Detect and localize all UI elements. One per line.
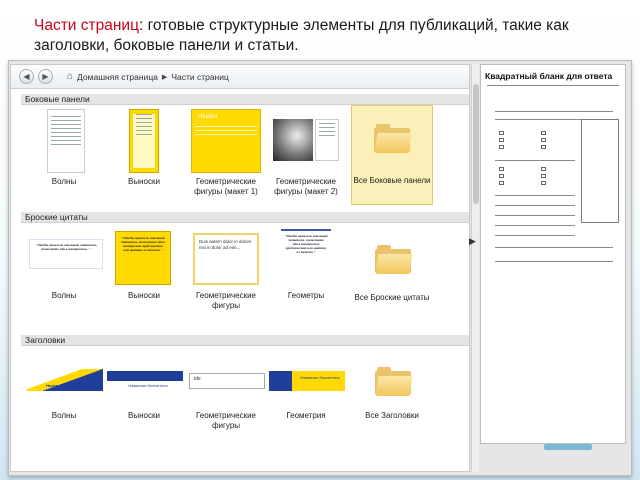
folder-icon xyxy=(375,367,413,397)
sidebar-geometric-1-thumbnail: Header xyxy=(191,109,261,173)
quote-geometric-thumbnail: Duis autem dolor in dolore nisl in dolor… xyxy=(193,233,259,285)
forward-button[interactable]: ▶ xyxy=(38,69,53,84)
caption-highlight: Части страниц xyxy=(34,17,139,34)
quote-item-all[interactable]: Все Броские цитаты xyxy=(353,229,431,325)
heading-item-geometry[interactable]: Название бюллетеня Геометрия xyxy=(267,361,345,457)
slide-caption: Части страниц: готовые структурные элеме… xyxy=(34,16,594,56)
section-header-quotes: Броские цитаты xyxy=(21,212,469,223)
quote-item-label: Геометрические фигуры xyxy=(196,291,256,310)
panel-expand-arrow-icon[interactable]: ▶ xyxy=(469,236,476,247)
breadcrumb-home[interactable]: Домашняя страница xyxy=(77,72,158,82)
heading-geometric-thumbnail: ide xyxy=(189,373,265,389)
quote-item-geometric[interactable]: Duis autem dolor in dolore nisl in dolor… xyxy=(187,229,265,325)
heading-item-label: Геометрия xyxy=(286,411,326,420)
heading-item-label: Все Заголовки xyxy=(365,411,419,420)
navigation-bar: ◀ ▶ ⌂ Домашняя страница ▶ Части страниц xyxy=(11,65,469,89)
sidebar-item-label: Выноски xyxy=(128,177,160,186)
sidebar-geometric-2-photo xyxy=(273,119,313,161)
back-button[interactable]: ◀ xyxy=(19,69,34,84)
sidebar-item-label: Волны xyxy=(51,177,77,186)
gallery-scrollbar[interactable] xyxy=(471,64,479,472)
sidebar-callouts-thumbnail xyxy=(129,109,159,173)
home-icon[interactable]: ⌂ xyxy=(67,71,73,82)
folder-icon xyxy=(374,124,412,154)
quote-geometry-thumbnail: "Чтобы привлечь внимание читателя, помес… xyxy=(281,229,331,289)
preview-action-button[interactable] xyxy=(544,444,592,450)
thumbnail-title: Header xyxy=(198,114,218,120)
section-header-headings: Заголовки xyxy=(21,335,469,346)
scrollbar-thumb[interactable] xyxy=(473,84,479,204)
heading-waves-thumbnail: Название бюллетеня xyxy=(27,369,103,391)
preview-pane: Квадратный бланк для ответа xyxy=(480,64,626,444)
sidebar-item-callouts[interactable]: Выноски xyxy=(105,107,183,203)
breadcrumb-separator-icon: ▶ xyxy=(161,73,168,81)
sidebar-item-label: Все Боковые панели xyxy=(353,176,431,185)
quote-item-label: Выноски xyxy=(128,291,160,300)
section-header-sidebars: Боковые панели xyxy=(21,94,469,105)
quote-item-waves[interactable]: "Чтобы привлечь внимание читателя, помес… xyxy=(25,229,103,325)
heading-item-callouts[interactable]: Название бюллетеня Выноски xyxy=(105,361,183,457)
quote-item-geometry[interactable]: "Чтобы привлечь внимание читателя, помес… xyxy=(267,229,345,325)
heading-item-label: Волны xyxy=(51,411,77,420)
heading-item-waves[interactable]: Название бюллетеня Волны xyxy=(25,361,103,457)
quote-callouts-thumbnail: "Чтобы привлечь внимание читателя, помес… xyxy=(115,231,171,285)
sidebar-item-label: Геометрические фигуры (макет 2) xyxy=(274,177,338,196)
folder-icon xyxy=(375,245,413,275)
quote-item-label: Все Броские цитаты xyxy=(354,293,430,302)
heading-item-label: Геометрические фигуры xyxy=(196,411,256,430)
quote-item-callouts[interactable]: "Чтобы привлечь внимание читателя, помес… xyxy=(105,229,183,325)
sidebar-geometric-2-thumbnail xyxy=(315,119,339,161)
sidebar-item-geometric-2[interactable]: Геометрические фигуры (макет 2) xyxy=(267,107,345,203)
breadcrumb-current: Части страниц xyxy=(171,71,229,82)
sidebar-item-all[interactable]: Все Боковые панели xyxy=(351,105,433,205)
page-parts-gallery: ◀ ▶ ⌂ Домашняя страница ▶ Части страниц … xyxy=(10,64,470,472)
sidebar-item-geometric-1[interactable]: Header Геометрические фигуры (макет 1) xyxy=(187,107,265,203)
heading-item-all[interactable]: Все Заголовки xyxy=(353,355,431,451)
sidebar-item-waves[interactable]: Волны xyxy=(25,107,103,203)
preview-title: Квадратный бланк для ответа xyxy=(485,71,613,81)
heading-geometry-thumbnail: Название бюллетеня xyxy=(269,371,345,391)
quote-item-label: Геометры xyxy=(287,291,325,300)
quote-item-label: Волны xyxy=(51,291,77,300)
sidebar-waves-thumbnail xyxy=(47,109,85,173)
heading-item-label: Выноски xyxy=(128,411,160,420)
heading-item-geometric[interactable]: ide Геометрические фигуры xyxy=(187,361,265,457)
heading-callouts-thumbnail: Название бюллетеня xyxy=(107,371,183,391)
sidebar-item-label: Геометрические фигуры (макет 1) xyxy=(194,177,258,196)
quote-waves-thumbnail: "Чтобы привлечь внимание читателя, помес… xyxy=(29,239,103,269)
